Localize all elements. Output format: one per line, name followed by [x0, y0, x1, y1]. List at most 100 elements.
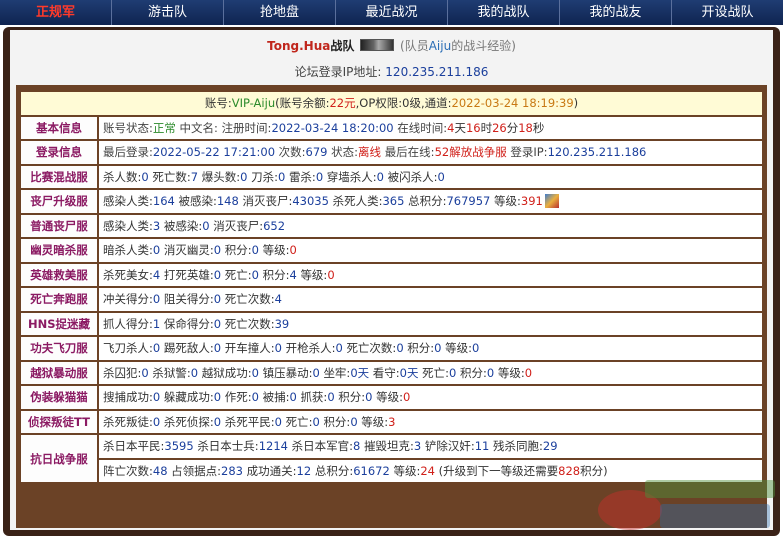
balance-label: (账号余额:: [275, 96, 330, 111]
table-row: 基本信息 账号状态:正常 中文名: 注册时间:2022-03-24 18:20:…: [21, 116, 762, 139]
stat-label: 摧毁坦克:: [363, 439, 414, 454]
stat-value: 0: [251, 243, 259, 258]
stat-label: 积分:: [338, 390, 366, 405]
member-name[interactable]: Aiju: [429, 39, 451, 53]
stat-label: 死亡次数:: [224, 316, 275, 331]
row-label-war: 抗日战争服: [21, 435, 97, 482]
online-label: 在线时间:: [397, 120, 448, 135]
stat-label: 死亡:: [285, 414, 313, 429]
content-frame: Tong.Hua战队 (队员Aiju的战斗经验) 论坛登录IP地址: 120.2…: [3, 27, 780, 536]
stat-value: 0: [190, 365, 199, 380]
stat-value: 0: [315, 169, 324, 184]
table-row: 侦探叛徒TT 杀死叛徒:0 杀死侦探:0 杀死平民:0 死亡:0 积分:0 等级…: [21, 410, 762, 433]
level-value: 0: [327, 267, 335, 282]
nav-recent-battles[interactable]: 最近战况: [336, 0, 448, 25]
op-value: 0级: [402, 96, 421, 111]
stat-label: 占领据点:: [171, 463, 222, 478]
stat-label: 被捕:: [262, 390, 290, 405]
last-online-label: 最后在线:: [384, 145, 435, 160]
level-value: 3: [388, 414, 396, 429]
stat-label: 死亡次数:: [346, 341, 397, 356]
stat-value: 0: [289, 390, 297, 405]
account-name: VIP-Aiju: [231, 96, 276, 111]
stat-label: 成功通关:: [246, 463, 297, 478]
row-label-prop: 伪装躲猫猫: [21, 386, 97, 409]
account-label: 账号:: [204, 96, 232, 111]
stat-label: 死亡:: [224, 267, 252, 282]
row-label-knife: 功夫飞刀服: [21, 337, 97, 360]
stat-label: 杀囚犯:: [103, 365, 142, 380]
nav-create-team[interactable]: 开设战队: [672, 0, 783, 25]
row-value-basic: 账号状态:正常 中文名: 注册时间:2022-03-24 18:20:00 在线…: [99, 116, 762, 139]
row-label-detective: 侦探叛徒TT: [21, 410, 97, 433]
stat-value: 1: [152, 316, 161, 331]
row-value-jail: 杀囚犯:0 杀狱警:0 越狱成功:0 镇压暴动:0 坐牢:0天 看守:0天 死亡…: [99, 361, 762, 384]
nav-territory[interactable]: 抢地盘: [224, 0, 336, 25]
stat-value: 0: [437, 169, 445, 184]
login-ip-value: 120.235.211.186: [547, 145, 647, 160]
stat-label: 等级:: [445, 341, 473, 356]
table-row: 死亡奔跑服 冲关得分:0 阻关得分:0 死亡次数:4: [21, 288, 762, 311]
stat-value: 0: [213, 292, 222, 307]
stat-value: 48: [152, 463, 168, 478]
stat-value: 0: [141, 365, 149, 380]
stat-label: 镇压暴动:: [262, 365, 313, 380]
stat-value: 0天: [350, 365, 370, 380]
stat-label: 死亡:: [422, 365, 450, 380]
stat-label: 杀死美女:: [103, 267, 153, 282]
row-value-war-a: 杀日本平民:3595 杀日本士兵:1214 杀日本军官:8 摧毁坦克:3 铲除汉…: [99, 435, 762, 458]
ip-line: 论坛登录IP地址: 120.235.211.186: [10, 63, 773, 81]
status-label: 账号状态:: [103, 120, 153, 135]
nav-guerrilla[interactable]: 游击队: [112, 0, 224, 25]
stat-label: 雷杀:: [288, 169, 316, 184]
stat-value: 0: [434, 341, 442, 356]
stat-value: 3: [152, 218, 161, 233]
level-value: 24: [420, 463, 435, 478]
stat-label: 作死:: [224, 390, 252, 405]
stat-value: 0天: [399, 365, 419, 380]
stat-value: 0: [152, 243, 161, 258]
stat-value: 61672: [353, 463, 390, 478]
nav-my-comrades[interactable]: 我的战友: [560, 0, 672, 25]
stat-value: 0: [152, 292, 161, 307]
top-nav: 正规军 游击队 抢地盘 最近战况 我的战队 我的战友 开设战队: [0, 0, 783, 25]
row-value-mixed: 杀人数:0 死亡数:7 爆头数:0 刀杀:0 雷杀:0 穿墙杀人:0 被闪杀人:…: [99, 165, 762, 188]
stat-value: 0: [350, 414, 358, 429]
row-label-zombie-up: 丧尸升级服: [21, 190, 97, 213]
stat-value: 652: [263, 218, 286, 233]
stat-label: 坐牢:: [323, 365, 351, 380]
row-value-hero: 杀死美女:4 打死英雄:0 死亡:0 积分:4 等级:0: [99, 263, 762, 286]
last-online-value: 52解放战争服: [434, 145, 507, 160]
stat-value: 0: [274, 414, 282, 429]
row-label-ghost: 幽灵暗杀服: [21, 239, 97, 262]
stat-label: 越狱成功:: [201, 365, 252, 380]
stat-label: 等级:: [262, 243, 290, 258]
team-name[interactable]: Tong.Hua: [267, 39, 330, 53]
stat-label: 抓获:: [300, 390, 328, 405]
stat-label: 等级:: [494, 194, 521, 209]
row-label-jail: 越狱暴动服: [21, 361, 97, 384]
row-value-detective: 杀死叛徒:0 杀死侦探:0 杀死平民:0 死亡:0 积分:0 等级:3: [99, 410, 762, 433]
nav-regular-army[interactable]: 正规军: [0, 0, 112, 25]
stat-label: 打死英雄:: [163, 267, 214, 282]
stat-value: 4: [289, 267, 297, 282]
row-label-login: 登录信息: [21, 141, 97, 164]
status-value: 正常: [152, 120, 176, 135]
level-value: 391: [520, 194, 543, 209]
next-level-label: (升级到下一等级还需要: [438, 463, 559, 478]
stat-label: 阻关得分:: [163, 292, 214, 307]
nav-my-team[interactable]: 我的战队: [448, 0, 560, 25]
stat-value: 29: [542, 439, 558, 454]
row-label-hns: HNS捉迷藏: [21, 312, 97, 335]
stat-value: 0: [141, 169, 149, 184]
op-label: ,OP权限:: [355, 96, 403, 111]
table-row: 越狱暴动服 杀囚犯:0 杀狱警:0 越狱成功:0 镇压暴动:0 坐牢:0天 看守…: [21, 361, 762, 384]
row-value-knife: 飞刀杀人:0 踢死敌人:0 开车撞人:0 开枪杀人:0 死亡次数:0 积分:0 …: [99, 337, 762, 360]
stat-label: 等级:: [497, 365, 525, 380]
unit-day: 天: [454, 120, 466, 135]
note-suffix: 的战斗经验): [451, 39, 516, 53]
stat-label: 杀死平民:: [224, 414, 275, 429]
stat-label: 杀人数:: [103, 169, 142, 184]
table-row: 普通丧尸服 感染人类:3 被感染:0 消灭丧尸:652: [21, 214, 762, 237]
stat-value: 0: [365, 390, 373, 405]
